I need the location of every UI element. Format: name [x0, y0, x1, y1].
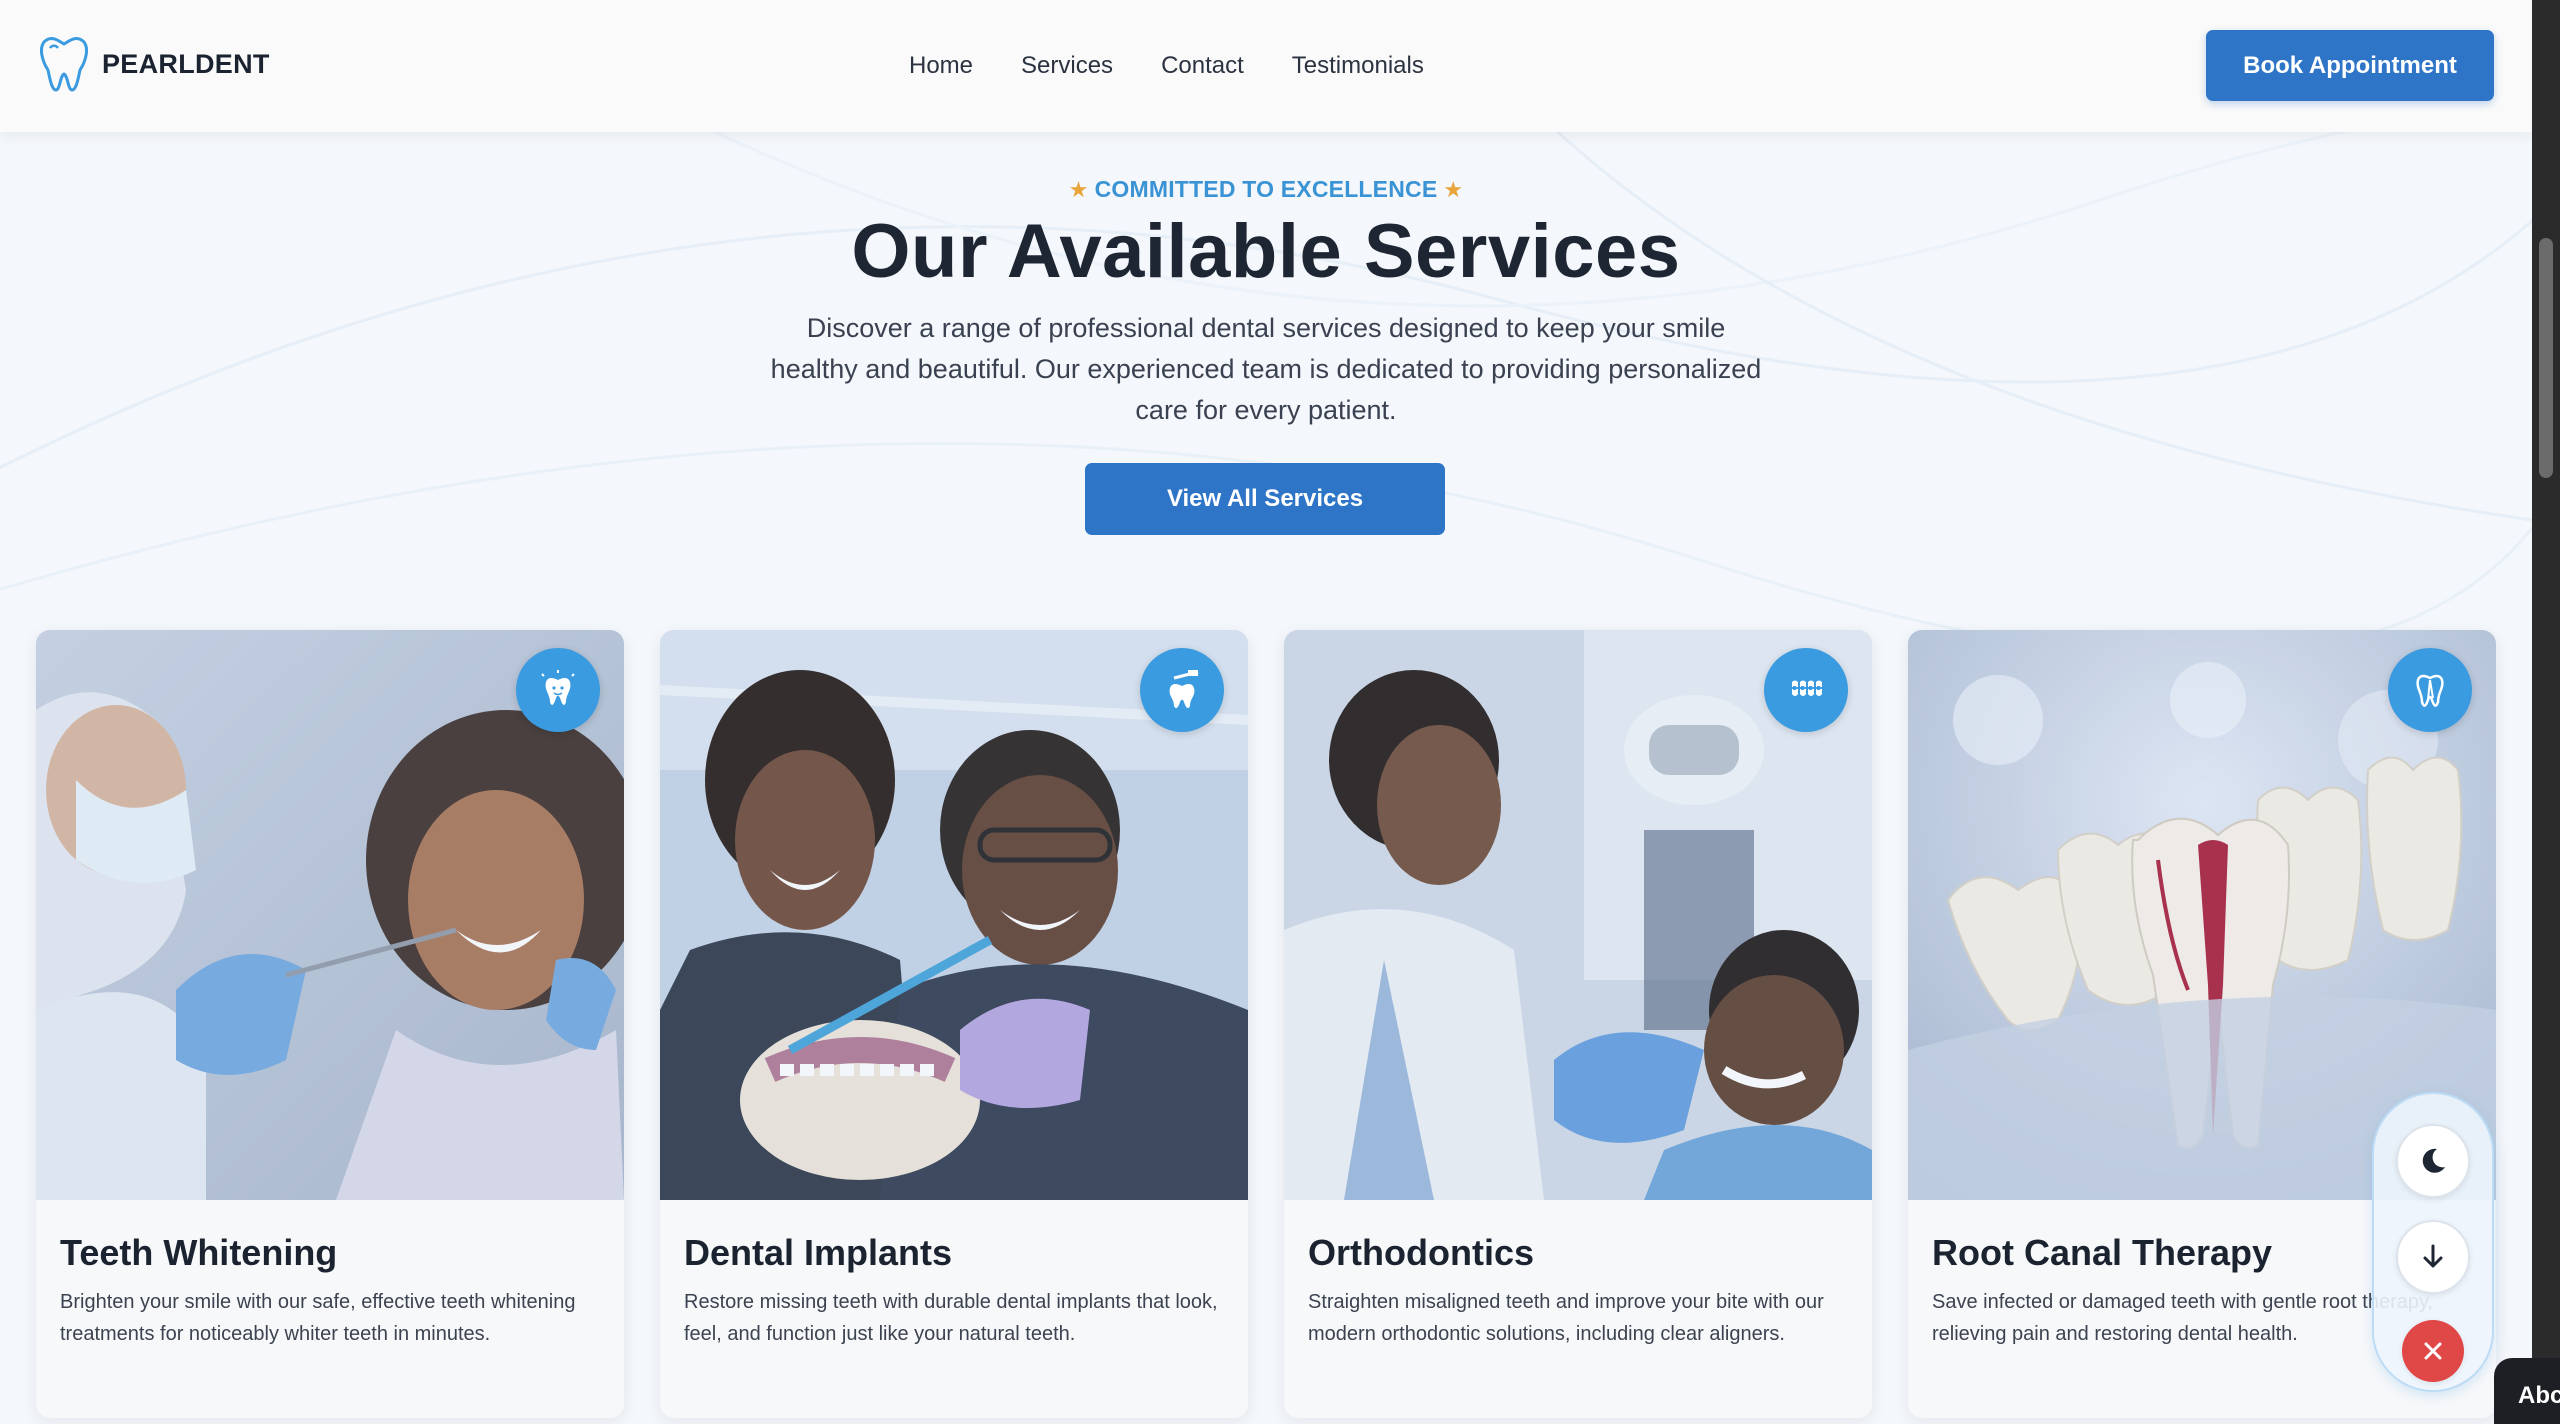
brand-name: PEARLDENT [102, 48, 270, 79]
braces-icon [1764, 648, 1848, 732]
close-icon [2424, 1342, 2442, 1360]
sparkling-tooth-icon [516, 648, 600, 732]
star-icon: ★ [1443, 177, 1464, 202]
nav-contact[interactable]: Contact [1161, 52, 1244, 80]
dark-mode-toggle[interactable] [2396, 1124, 2470, 1198]
service-description: Restore missing teeth with durable denta… [684, 1291, 1218, 1345]
scrollbar-thumb[interactable] [2539, 238, 2553, 478]
tooth-logo-icon [40, 37, 88, 92]
nav-testimonials[interactable]: Testimonials [1292, 52, 1424, 80]
service-description: Straighten misaligned teeth and improve … [1308, 1291, 1824, 1345]
hero-description: Discover a range of professional dental … [770, 313, 1762, 425]
main-nav: Home Services Contact Testimonials [909, 48, 1424, 84]
service-image [36, 630, 624, 1200]
view-all-services-button[interactable]: View All Services [1085, 463, 1445, 535]
service-image [660, 630, 1248, 1200]
service-image [1284, 630, 1872, 1200]
scroll-down-button[interactable] [2396, 1220, 2470, 1294]
eyebrow: ★ COMMITTED TO EXCELLENCE ★ [0, 176, 2532, 203]
services-grid: Teeth Whitening Brighten your smile with… [36, 630, 2496, 1424]
eyebrow-text: COMMITTED TO EXCELLENCE [1094, 176, 1438, 202]
navbar: PEARLDENT Home Services Contact Testimon… [0, 0, 2532, 132]
moon-icon [2422, 1148, 2445, 1173]
service-card-dental-implants[interactable]: Dental Implants Restore missing teeth wi… [660, 630, 1248, 1418]
service-card-orthodontics[interactable]: Orthodontics Straighten misaligned teeth… [1284, 630, 1872, 1418]
nav-home[interactable]: Home [909, 52, 973, 80]
page-scrollbar[interactable] [2532, 0, 2560, 1424]
floating-controls [2374, 1094, 2492, 1390]
brand-logo[interactable]: PEARLDENT [38, 36, 270, 92]
service-description: Brighten your smile with our safe, effec… [60, 1291, 576, 1345]
tooth-brush-icon [1140, 648, 1224, 732]
service-card-teeth-whitening[interactable]: Teeth Whitening Brighten your smile with… [36, 630, 624, 1418]
arrow-down-icon [2423, 1244, 2443, 1268]
service-title: Orthodontics [1308, 1232, 1534, 1273]
page-title: Our Available Services [851, 209, 1681, 294]
star-icon: ★ [1068, 177, 1089, 202]
service-title: Dental Implants [684, 1232, 953, 1273]
nav-services[interactable]: Services [1021, 52, 1113, 80]
corner-widget[interactable]: Abc [2494, 1358, 2560, 1424]
book-appointment-button[interactable]: Book Appointment [2206, 30, 2494, 101]
service-title: Teeth Whitening [60, 1232, 338, 1273]
service-title: Root Canal Therapy [1932, 1232, 2273, 1273]
close-controls-button[interactable] [2402, 1320, 2464, 1382]
tooth-root-icon [2388, 648, 2472, 732]
